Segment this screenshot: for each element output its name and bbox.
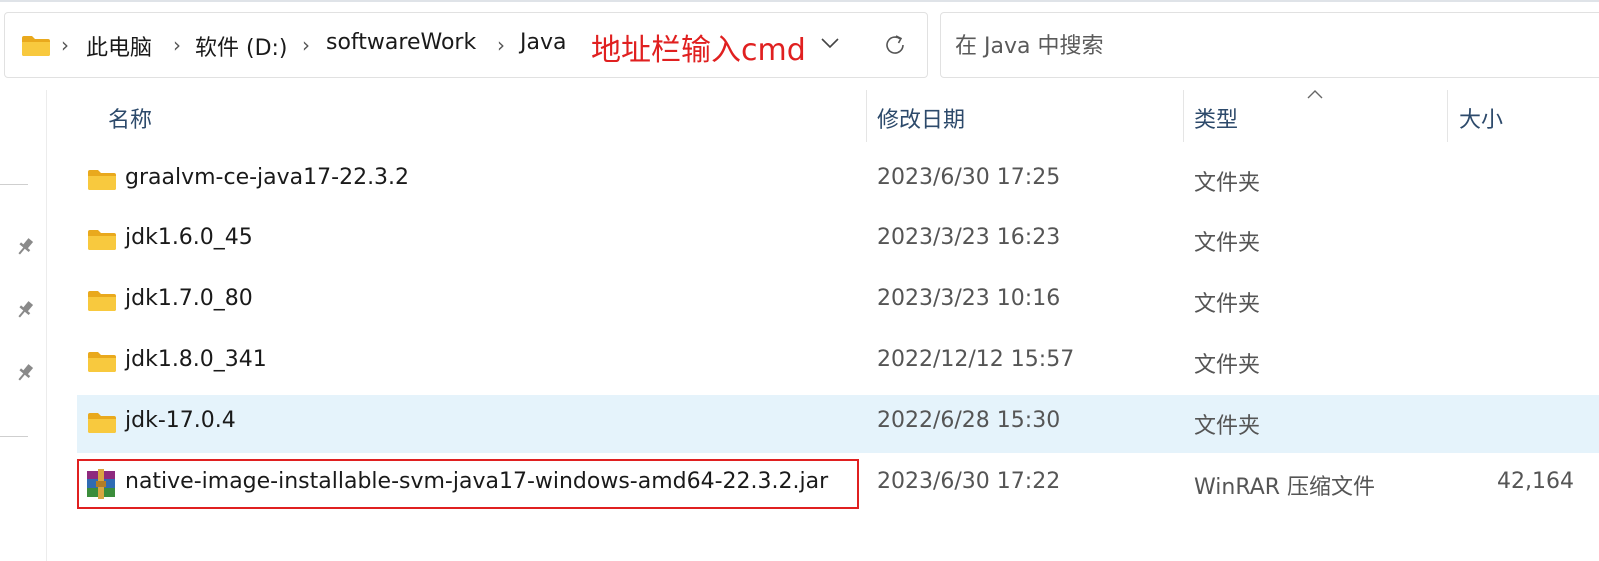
folder-icon — [87, 290, 117, 316]
column-divider[interactable] — [1447, 90, 1448, 142]
column-header-type[interactable]: 类型 — [1194, 102, 1238, 134]
breadcrumb-softwarework[interactable]: softwareWork — [326, 30, 476, 55]
column-header-date[interactable]: 修改日期 — [877, 102, 965, 134]
column-divider[interactable] — [1183, 90, 1184, 142]
sort-ascending-icon — [1306, 86, 1324, 105]
file-row[interactable]: jdk1.6.0_45 2023/3/23 16:23 文件夹 — [77, 212, 1599, 270]
annotation-enter-cmd: 地址栏输入cmd — [591, 33, 806, 68]
search-input[interactable] — [953, 29, 1557, 63]
file-date: 2023/6/30 17:25 — [877, 165, 1061, 190]
column-divider[interactable] — [866, 90, 867, 142]
file-date: 2022/6/28 15:30 — [877, 408, 1061, 433]
file-date: 2023/3/23 10:16 — [877, 286, 1061, 311]
pane-splitter[interactable] — [46, 90, 47, 561]
breadcrumb-this-pc[interactable]: 此电脑 — [86, 30, 152, 62]
file-name: jdk1.8.0_341 — [125, 347, 267, 372]
window-top-edge — [0, 0, 1599, 2]
address-bar[interactable]: › 此电脑 › 软件 (D:) › softwareWork › Java 地址… — [4, 12, 928, 78]
folder-icon — [87, 412, 117, 438]
breadcrumb-separator-icon[interactable]: › — [173, 33, 181, 57]
file-type: 文件夹 — [1194, 292, 1261, 317]
pin-icon[interactable] — [14, 236, 36, 262]
file-row[interactable]: native-image-installable-svm-java17-wind… — [77, 456, 1599, 514]
file-name: native-image-installable-svm-java17-wind… — [125, 469, 829, 494]
file-row[interactable]: graalvm-ce-java17-22.3.2 2023/6/30 17:25… — [77, 152, 1599, 210]
file-type: 文件夹 — [1194, 231, 1261, 256]
file-row[interactable]: jdk1.7.0_80 2023/3/23 10:16 文件夹 — [77, 273, 1599, 331]
column-header-name[interactable]: 名称 — [108, 102, 152, 134]
file-type: 文件夹 — [1194, 171, 1261, 196]
breadcrumb-separator-icon[interactable]: › — [61, 33, 69, 57]
file-type: WinRAR 压缩文件 — [1194, 475, 1376, 500]
file-size: 42,164 — [1497, 469, 1574, 494]
file-name: jdk1.6.0_45 — [125, 225, 253, 250]
refresh-icon[interactable] — [881, 31, 909, 63]
search-box[interactable] — [940, 12, 1599, 78]
column-header-size[interactable]: 大小 — [1459, 102, 1503, 134]
pin-icon[interactable] — [14, 362, 36, 388]
file-type: 文件夹 — [1194, 414, 1261, 439]
file-date: 2023/3/23 16:23 — [877, 225, 1061, 250]
chevron-down-icon[interactable] — [820, 35, 840, 54]
folder-icon — [87, 169, 117, 195]
breadcrumb-separator-icon[interactable]: › — [302, 33, 310, 57]
file-row[interactable]: jdk1.8.0_341 2022/12/12 15:57 文件夹 — [77, 334, 1599, 392]
navigation-pane — [0, 90, 46, 561]
file-date: 2022/12/12 15:57 — [877, 347, 1075, 372]
folder-icon — [21, 35, 51, 61]
file-name: jdk1.7.0_80 — [125, 286, 253, 311]
file-name: jdk-17.0.4 — [125, 408, 236, 433]
file-type: 文件夹 — [1194, 353, 1261, 378]
pin-icon[interactable] — [14, 299, 36, 325]
nav-divider — [0, 436, 28, 437]
breadcrumb-separator-icon[interactable]: › — [497, 33, 505, 57]
nav-divider — [0, 184, 28, 185]
file-name: graalvm-ce-java17-22.3.2 — [125, 165, 410, 190]
folder-icon — [87, 351, 117, 377]
file-row-selected[interactable]: jdk-17.0.4 2022/6/28 15:30 文件夹 — [77, 395, 1599, 453]
file-date: 2023/6/30 17:22 — [877, 469, 1061, 494]
winrar-archive-icon — [85, 469, 117, 503]
folder-icon — [87, 229, 117, 255]
breadcrumb-drive-d[interactable]: 软件 (D:) — [195, 30, 288, 62]
breadcrumb-java[interactable]: Java — [520, 30, 566, 55]
